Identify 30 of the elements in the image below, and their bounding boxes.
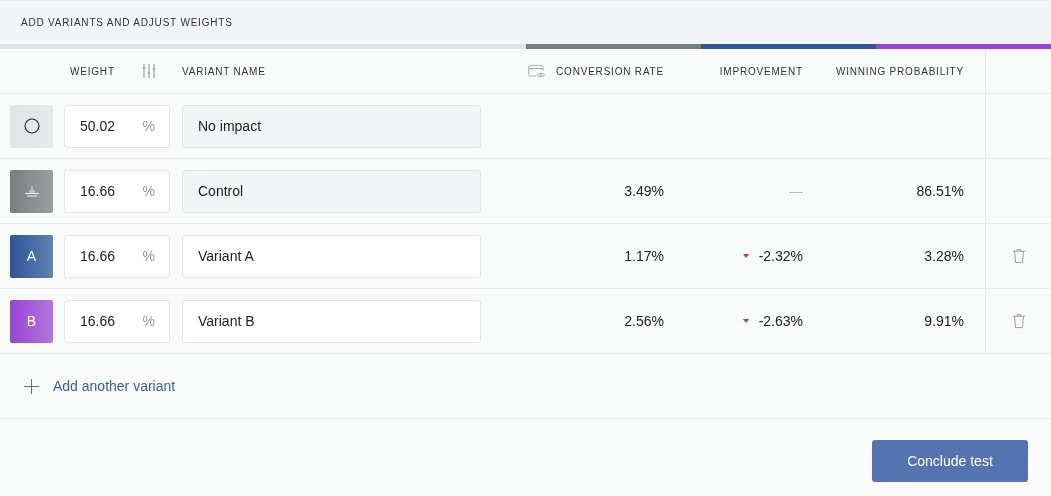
winning-probability: 3.28% xyxy=(924,248,964,264)
improvement-value: — xyxy=(789,183,803,199)
improvement-value: -2.32% xyxy=(758,248,803,264)
column-header: WEIGHT xyxy=(70,65,115,77)
column-header: IMPROVEMENT xyxy=(719,65,803,77)
variant-name-field[interactable]: Variant A xyxy=(182,234,481,278)
weight-field[interactable]: 16.66 % xyxy=(64,234,170,278)
conversion-rate: 3.49% xyxy=(624,183,664,199)
section-title: ADD VARIANTS AND ADJUST WEIGHTS xyxy=(21,17,233,28)
column-header: VARIANT NAME xyxy=(182,65,267,77)
trash-icon[interactable] xyxy=(1011,313,1026,329)
winning-probability: 9.91% xyxy=(924,313,964,329)
bars-icon xyxy=(23,184,40,198)
winning-probability: 86.51% xyxy=(916,183,964,199)
circle-icon xyxy=(23,118,40,134)
trash-icon[interactable] xyxy=(1011,248,1026,264)
add-variant-link[interactable]: Add another variant xyxy=(24,378,176,394)
column-header: WINNING PROBABILITY xyxy=(836,65,964,77)
conversion-rate: 2.56% xyxy=(624,313,664,329)
improvement-value: -2.63% xyxy=(758,313,803,329)
card-eye-icon xyxy=(528,62,547,80)
conversion-rate: 1.17% xyxy=(624,248,664,264)
variant-letter: B xyxy=(26,313,37,329)
conclude-test-button[interactable]: Conclude test xyxy=(872,440,1028,482)
weight-field[interactable]: 16.66 % xyxy=(64,299,170,343)
plus-icon xyxy=(24,378,39,394)
variant-name-field[interactable]: Variant B xyxy=(182,299,481,343)
variant-letter: A xyxy=(26,248,37,264)
sliders-icon[interactable] xyxy=(141,63,157,79)
column-header: CONVERSION RATE xyxy=(556,65,664,77)
